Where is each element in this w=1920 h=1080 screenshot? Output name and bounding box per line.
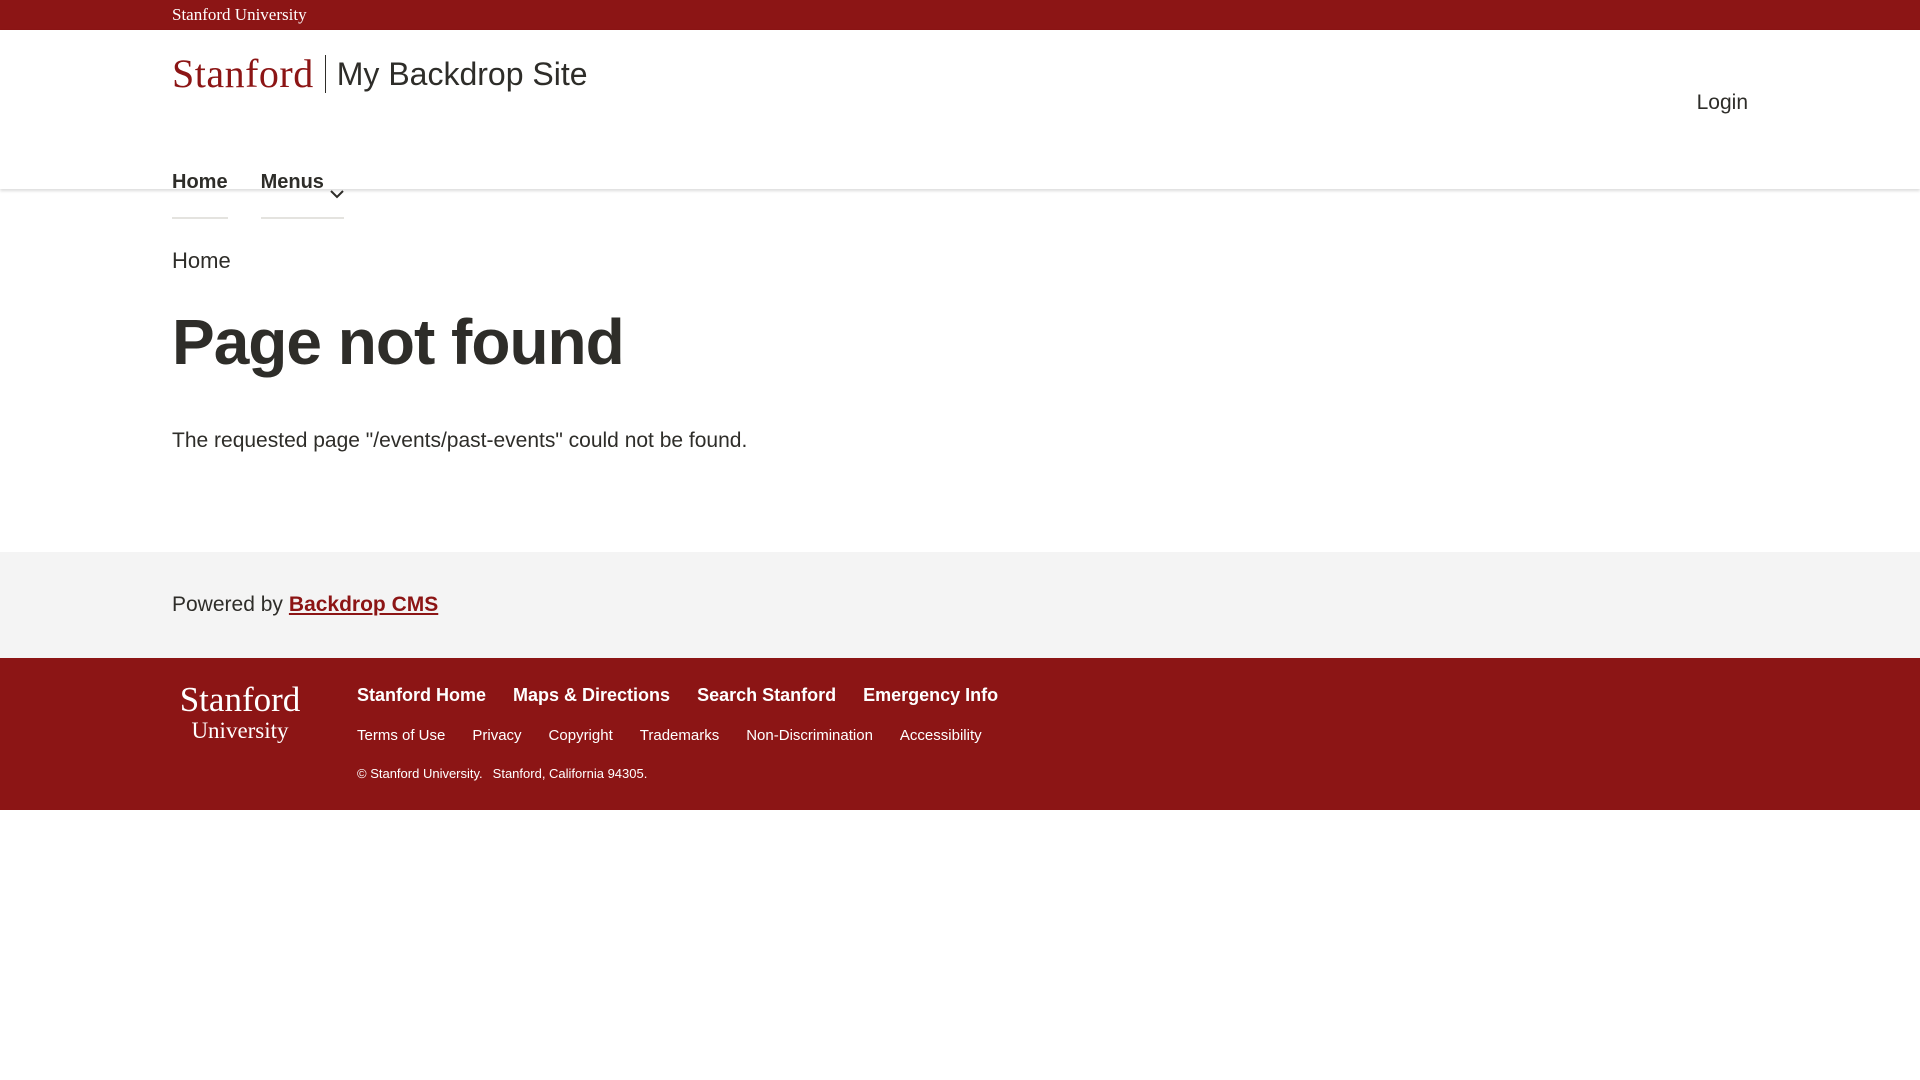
address-text: Stanford, California 94305. xyxy=(492,766,648,781)
footer-link-accessibility[interactable]: Accessibility xyxy=(900,727,982,744)
main-nav: Home Menus xyxy=(172,162,345,219)
nav-item-label: Home xyxy=(172,171,228,193)
footer-stanford-logo[interactable]: Stanford University xyxy=(172,682,308,744)
footer-main-links: Stanford Home Maps & Directions Search S… xyxy=(357,685,998,706)
footer-link-emergency-info[interactable]: Emergency Info xyxy=(863,685,998,706)
not-found-message: The requested page "/events/past-events"… xyxy=(172,429,748,452)
footer-link-non-discrimination[interactable]: Non-Discrimination xyxy=(746,727,873,744)
footer-link-copyright[interactable]: Copyright xyxy=(549,727,613,744)
footer-link-search-stanford[interactable]: Search Stanford xyxy=(697,685,836,706)
copyright-text: © Stanford University. xyxy=(357,766,483,781)
nav-item-home[interactable]: Home xyxy=(172,162,228,219)
footer-link-trademarks[interactable]: Trademarks xyxy=(640,727,719,744)
footer-logo-line1: Stanford xyxy=(179,680,301,719)
footer-link-terms-of-use[interactable]: Terms of Use xyxy=(357,727,445,744)
login-link[interactable]: Login xyxy=(1697,91,1748,115)
chevron-down-icon xyxy=(330,173,344,213)
footer-policy-links: Terms of Use Privacy Copyright Trademark… xyxy=(357,727,982,744)
footer-link-maps-directions[interactable]: Maps & Directions xyxy=(513,685,670,706)
footer-link-privacy[interactable]: Privacy xyxy=(472,727,521,744)
stanford-wordmark: Stanford xyxy=(172,51,314,96)
global-footer: Stanford University Stanford Home Maps &… xyxy=(0,658,1920,810)
lockup-divider xyxy=(324,55,326,93)
footer-copyright: © Stanford University. Stanford, Califor… xyxy=(357,766,647,781)
powered-by-text: Powered by xyxy=(172,593,283,616)
site-header: Stanford My Backdrop Site Login Home Men… xyxy=(0,30,1920,219)
nav-item-menus[interactable]: Menus xyxy=(260,162,345,219)
site-name: My Backdrop Site xyxy=(336,56,588,92)
page-title: Page not found xyxy=(172,306,625,378)
stanford-university-link[interactable]: Stanford University xyxy=(172,5,307,25)
footer-logo-line2: University xyxy=(191,718,289,743)
site-lockup[interactable]: Stanford My Backdrop Site xyxy=(172,50,588,98)
backdrop-cms-link[interactable]: Backdrop CMS xyxy=(289,593,438,617)
brand-bar: Stanford University xyxy=(0,0,1920,30)
main-content: Home Page not found The requested page "… xyxy=(0,189,1920,552)
nav-item-label: Menus xyxy=(260,171,324,193)
footer-link-stanford-home[interactable]: Stanford Home xyxy=(357,685,486,706)
breadcrumb-home[interactable]: Home xyxy=(172,248,231,274)
powered-by-bar: Powered by Backdrop CMS xyxy=(0,552,1920,658)
